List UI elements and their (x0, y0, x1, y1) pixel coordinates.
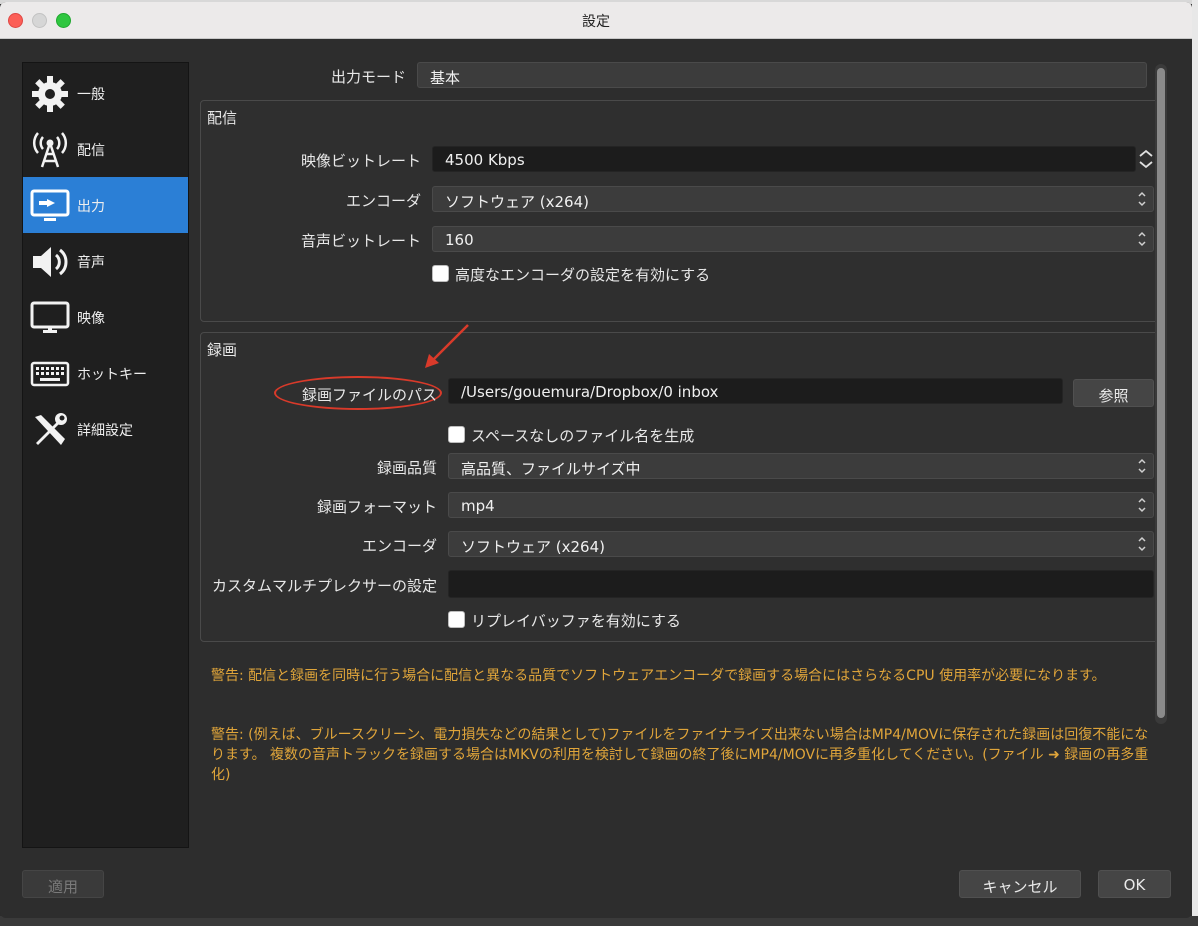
audio-bitrate-select[interactable]: 160 (432, 226, 1154, 252)
sidebar-item-label: 配信 (77, 143, 105, 159)
stream-encoder-label: エンコーダ (345, 192, 421, 210)
monitor-output-icon (30, 189, 70, 221)
cancel-button[interactable]: キャンセル (959, 870, 1081, 898)
advanced-encoder-checkbox[interactable] (432, 265, 449, 282)
settings-window: 設定 一般 配信 出力 音声 映像 ホットキー 詳細設定 出力モード 基本 配信… (0, 2, 1192, 918)
output-mode-label: 出力モード (330, 68, 406, 86)
ok-button[interactable]: OK (1098, 870, 1171, 898)
speaker-icon (33, 247, 68, 277)
sidebar-item-stream[interactable]: 配信 (23, 121, 188, 177)
sidebar-item-advanced[interactable]: 詳細設定 (23, 401, 188, 457)
sidebar-item-label: 出力 (77, 199, 105, 215)
recording-path-input[interactable]: /Users/gouemura/Dropbox/0 inbox (448, 378, 1063, 404)
replay-buffer-checkbox[interactable] (448, 611, 465, 628)
sidebar-item-general[interactable]: 一般 (23, 65, 188, 121)
muxer-settings-label: カスタムマルチプレクサーの設定 (211, 577, 437, 595)
output-mode-select[interactable]: 基本 (417, 62, 1147, 88)
advanced-encoder-label: 高度なエンコーダの設定を有効にする (455, 266, 711, 284)
monitor-icon (30, 301, 70, 333)
replay-buffer-label: リプレイバッファを有効にする (471, 612, 681, 630)
muxer-settings-input[interactable] (448, 570, 1154, 598)
apply-button[interactable]: 適用 (22, 870, 104, 898)
chevron-updown-icon (1131, 186, 1153, 212)
audio-bitrate-label: 音声ビットレート (300, 232, 421, 250)
video-bitrate-input[interactable]: 4500 Kbps (432, 146, 1136, 172)
chevron-updown-icon (1131, 492, 1153, 518)
chevron-updown-icon (1131, 531, 1153, 557)
chevron-updown-icon (1131, 226, 1153, 252)
tools-icon (35, 413, 67, 445)
recording-group-title: 録画 (207, 341, 238, 359)
sidebar-item-output[interactable]: 出力 (23, 177, 188, 233)
recording-quality-label: 録画品質 (376, 459, 437, 477)
recording-quality-select[interactable]: 高品質、ファイルサイズ中 (448, 453, 1154, 479)
recording-format-select[interactable]: mp4 (448, 492, 1154, 518)
sidebar-item-label: 一般 (77, 87, 105, 103)
stream-encoder-select[interactable]: ソフトウェア (x264) (432, 186, 1154, 212)
recording-encoder-label: エンコーダ (361, 537, 437, 555)
sidebar-item-label: 音声 (77, 255, 105, 271)
sidebar-item-label: 映像 (77, 311, 105, 327)
recording-encoder-select[interactable]: ソフトウェア (x264) (448, 531, 1154, 557)
background-edge (1192, 0, 1198, 926)
streaming-group-title: 配信 (207, 109, 238, 127)
sidebar-item-label: 詳細設定 (77, 423, 133, 439)
annotation-arrow-icon (425, 324, 469, 368)
no-space-filename-checkbox[interactable] (448, 426, 465, 443)
sidebar-item-audio[interactable]: 音声 (23, 233, 188, 289)
sidebar-item-label: ホットキー (77, 367, 147, 383)
video-bitrate-label: 映像ビットレート (300, 152, 421, 170)
titlebar: 設定 (0, 2, 1192, 39)
gear-icon (32, 76, 68, 112)
recording-format-label: 録画フォーマット (316, 498, 437, 516)
chevron-updown-icon (1131, 453, 1153, 479)
antenna-icon (33, 132, 67, 168)
video-bitrate-stepper[interactable] (1135, 146, 1157, 172)
recording-path-label: 録画ファイルのパス (301, 386, 437, 404)
settings-sidebar: 一般 配信 出力 音声 映像 ホットキー 詳細設定 (22, 62, 189, 848)
warning-file-recovery: 警告: (例えば、ブルースクリーン、電力損失などの結果として)ファイルをファイナ… (211, 727, 1149, 783)
browse-button[interactable]: 参照 (1073, 379, 1154, 407)
keyboard-icon (30, 361, 70, 387)
window-title: 設定 (582, 14, 610, 30)
sidebar-item-video[interactable]: 映像 (23, 289, 188, 345)
scrollbar-thumb[interactable] (1157, 68, 1165, 718)
no-space-filename-label: スペースなしのファイル名を生成 (471, 427, 695, 445)
sidebar-item-hotkeys[interactable]: ホットキー (23, 345, 188, 401)
warning-cpu: 警告: 配信と録画を同時に行う場合に配信と異なる品質でソフトウェアエンコーダで録… (211, 668, 1106, 684)
